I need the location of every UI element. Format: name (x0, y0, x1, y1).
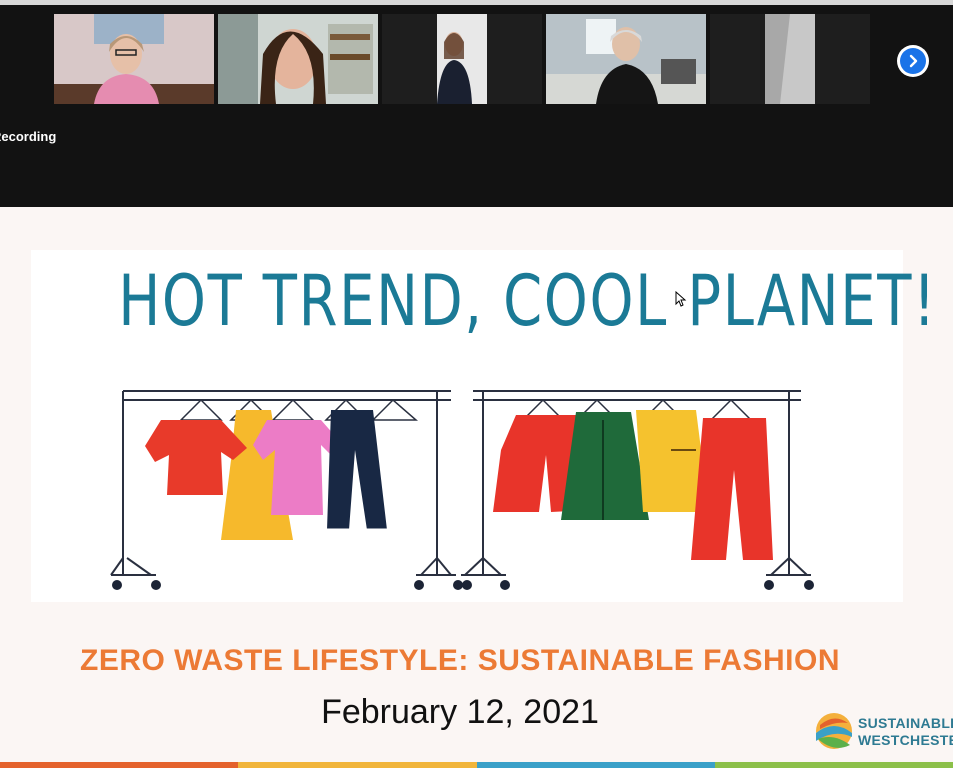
clothing-racks-illustration (110, 390, 814, 590)
participant-video-tile[interactable] (54, 14, 214, 104)
leaf-logo-icon (816, 713, 852, 749)
recording-indicator: Recording (0, 129, 56, 144)
stripe-green (714, 762, 953, 768)
mouse-cursor-icon (675, 291, 687, 307)
slide-date: February 12, 2021 (321, 693, 599, 731)
stripe-blue (476, 762, 715, 768)
participant-video-tile[interactable] (546, 14, 706, 104)
slide-subtitle: ZERO WASTE LIFESTYLE: SUSTAINABLE FASHIO… (80, 644, 840, 677)
logo-line-1: SUSTAINABLE (858, 715, 953, 731)
slide-banner: HOT TREND, COOL PLANET! (31, 250, 935, 602)
next-page-button[interactable] (897, 45, 929, 77)
participant-video-tile[interactable] (382, 14, 542, 104)
stripe-yellow (238, 762, 477, 768)
logo-line-2: WESTCHESTER (858, 732, 953, 748)
color-stripes (0, 762, 953, 768)
shared-slide: HOT TREND, COOL PLANET! ZERO WASTE LIFES… (0, 207, 953, 768)
chevron-right-icon (900, 48, 926, 74)
recording-label: Recording (0, 129, 57, 144)
sustainable-westchester-logo: SUSTAINABLE WESTCHESTER (812, 709, 953, 753)
participant-gallery: Recording (0, 5, 953, 207)
participant-video-tile[interactable] (710, 14, 870, 104)
stripe-orange (0, 762, 239, 768)
participant-video-tile[interactable] (218, 14, 378, 104)
